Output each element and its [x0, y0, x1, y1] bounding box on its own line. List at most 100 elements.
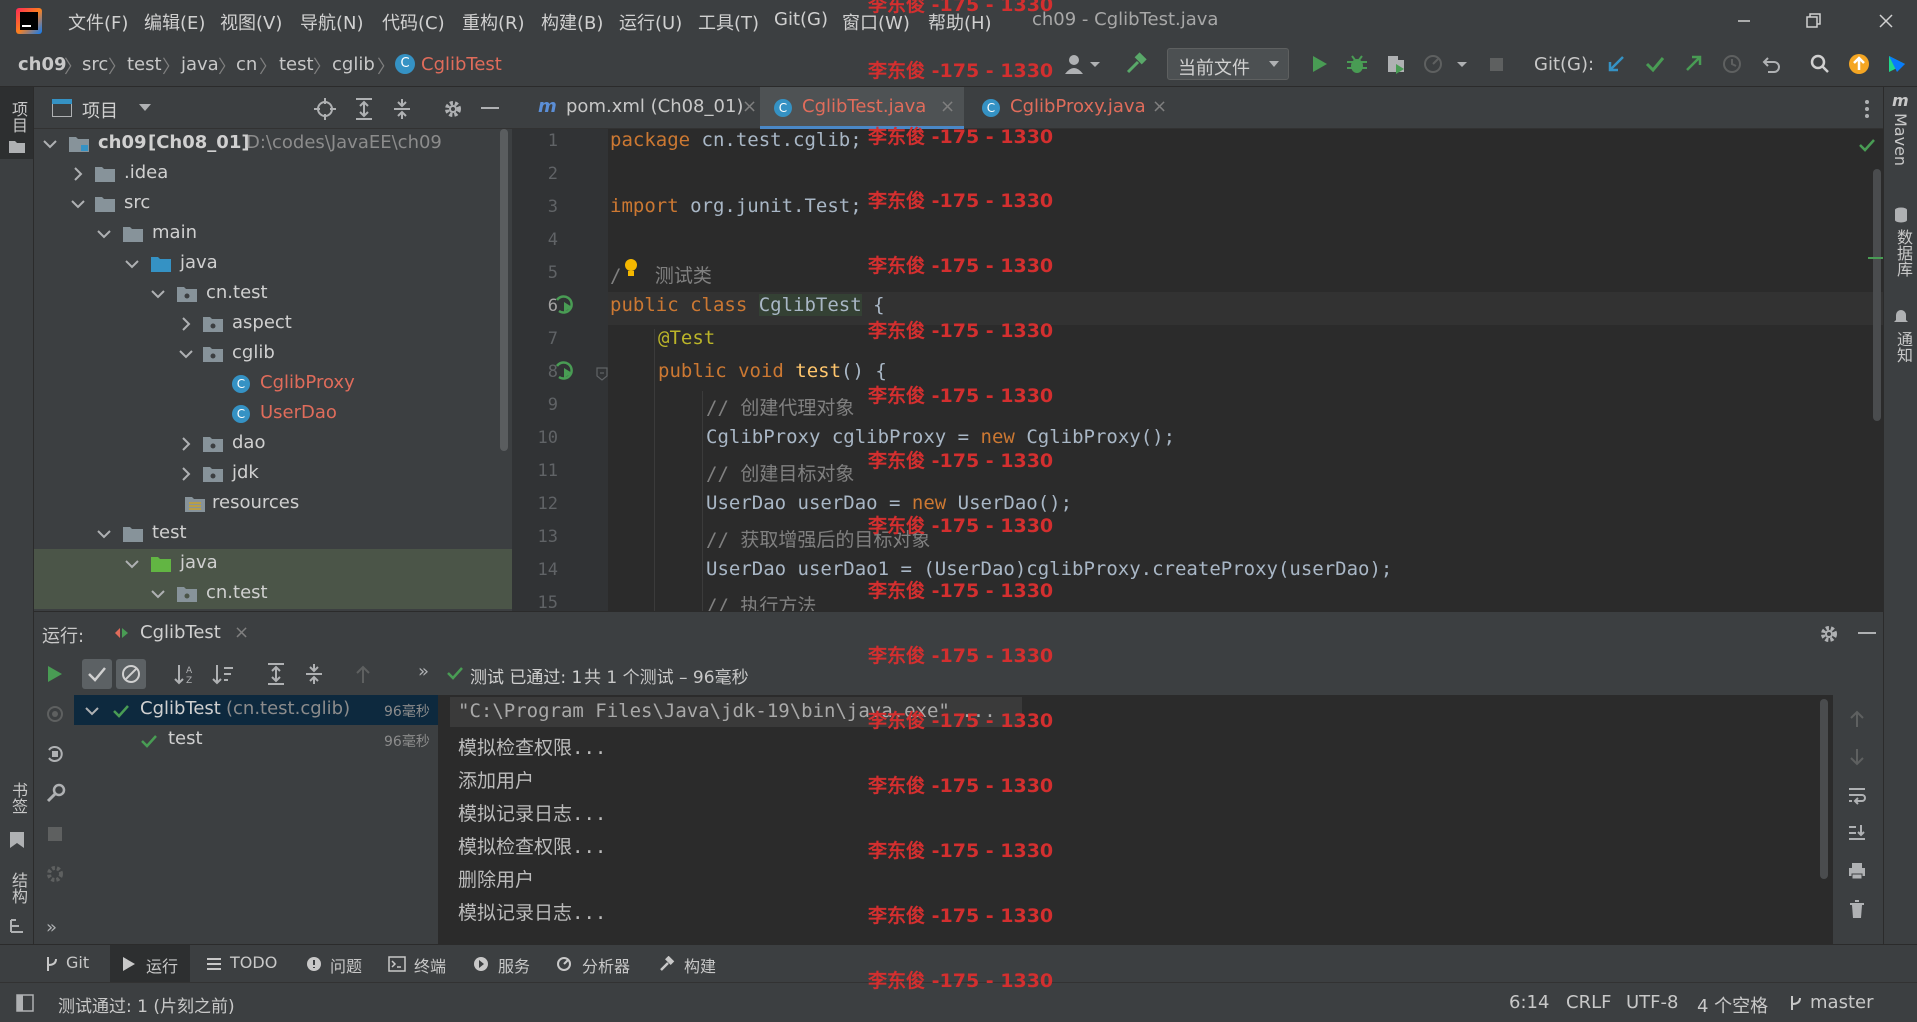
tool-tab-terminal[interactable]: 终端: [388, 945, 454, 983]
tree-item-cglib[interactable]: cglib: [34, 339, 512, 369]
project-scrollbar[interactable]: [500, 129, 508, 451]
arrow-up-icon[interactable]: [1847, 709, 1867, 729]
close-icon[interactable]: ×: [234, 622, 249, 643]
close-icon[interactable]: ×: [940, 96, 955, 117]
tree-item-cglibproxy[interactable]: C CglibProxy: [34, 369, 512, 399]
tree-item-userdao[interactable]: C UserDao: [34, 399, 512, 429]
menu-git[interactable]: Git(G): [774, 9, 828, 30]
tree-item-aspect[interactable]: aspect: [34, 309, 512, 339]
menu-edit[interactable]: 编辑(E): [144, 9, 205, 35]
tree-item-src[interactable]: src: [34, 189, 512, 219]
database-tool-button[interactable]: 数据库: [1884, 207, 1917, 297]
locate-icon[interactable]: [314, 98, 336, 120]
run-method-gutter-icon[interactable]: [554, 360, 576, 382]
no-problems-check-icon[interactable]: [1858, 137, 1876, 153]
arrow-down-icon[interactable]: [1847, 747, 1867, 767]
chevron-down-icon[interactable]: [1082, 50, 1110, 78]
console-scrollbar[interactable]: [1820, 699, 1828, 879]
rerun-icon[interactable]: [44, 664, 64, 684]
git-update-icon[interactable]: [1602, 50, 1630, 78]
tree-item-test-java[interactable]: java: [34, 549, 512, 579]
run-config-select[interactable]: 当前文件: [1167, 48, 1289, 80]
lightbulb-icon[interactable]: [622, 257, 640, 279]
show-passed-toggle[interactable]: [82, 659, 112, 689]
close-window-button[interactable]: [1871, 6, 1901, 36]
console-output[interactable]: "C:\Program Files\Java\jdk-19\bin\java.e…: [438, 695, 1833, 944]
collapse-all-icon[interactable]: [392, 98, 412, 120]
test-result-method[interactable]: test 96毫秒: [74, 725, 438, 755]
settings-gear-icon[interactable]: [44, 863, 66, 885]
menu-navigate[interactable]: 导航(N): [300, 9, 364, 35]
update-available-icon[interactable]: [1845, 50, 1873, 78]
breadcrumb-test-pkg[interactable]: test: [279, 54, 314, 75]
run-class-gutter-icon[interactable]: [554, 294, 576, 316]
run-tab-cglibtest[interactable]: CglibTest ×: [108, 612, 256, 654]
git-commit-icon[interactable]: [1641, 50, 1669, 78]
layout-toggle-icon[interactable]: [16, 994, 34, 1012]
scroll-to-end-icon[interactable]: [1847, 823, 1867, 843]
breadcrumb-cn[interactable]: cn: [236, 54, 257, 75]
project-panel-title[interactable]: 项目: [82, 97, 118, 123]
more-icon[interactable]: »: [418, 661, 429, 682]
file-encoding[interactable]: UTF-8: [1626, 992, 1678, 1013]
line-separator[interactable]: CRLF: [1566, 992, 1611, 1013]
menu-view[interactable]: 视图(V): [220, 9, 282, 35]
coverage-icon[interactable]: [1382, 50, 1410, 78]
fold-icon[interactable]: [596, 367, 608, 381]
code-editor[interactable]: package cn.test.cglib; import org.junit.…: [608, 129, 1883, 611]
search-icon[interactable]: [1806, 50, 1834, 78]
chevron-down-icon[interactable]: [138, 103, 152, 113]
profile-icon[interactable]: [1420, 50, 1448, 78]
menu-tools[interactable]: 工具(T): [698, 9, 759, 35]
rerun-failed-icon[interactable]: [44, 743, 66, 765]
build-hammer-icon[interactable]: [1123, 50, 1151, 78]
menu-file[interactable]: 文件(F): [68, 9, 128, 35]
debug-icon[interactable]: [1343, 50, 1371, 78]
tool-tab-problems[interactable]: 问题: [306, 945, 372, 983]
tree-item-main-java[interactable]: java: [34, 249, 512, 279]
minimize-button[interactable]: [1729, 6, 1759, 36]
caret-position[interactable]: 6:14: [1509, 992, 1549, 1013]
close-icon[interactable]: ×: [1152, 96, 1167, 117]
editor-scrollbar[interactable]: [1873, 169, 1881, 421]
intellij-logo-icon[interactable]: [16, 8, 42, 34]
breadcrumb-cglib[interactable]: cglib: [332, 54, 375, 75]
tree-item-idea[interactable]: .idea: [34, 159, 512, 189]
bookmarks-tool-button[interactable]: 书签: [0, 782, 33, 862]
notifications-tool-button[interactable]: 通知: [1884, 309, 1917, 389]
tree-item-test-cn-test[interactable]: cn.test: [34, 579, 512, 609]
run-icon[interactable]: [1305, 50, 1333, 78]
history-icon[interactable]: [1718, 50, 1746, 78]
hide-panel-icon[interactable]: [481, 107, 499, 111]
breadcrumb-project[interactable]: ch09: [18, 54, 67, 75]
print-icon[interactable]: [1847, 861, 1867, 881]
show-ignored-toggle[interactable]: [116, 659, 146, 689]
rollback-icon[interactable]: [1758, 50, 1786, 78]
plugin-logo-icon[interactable]: [1883, 50, 1911, 78]
tool-tab-services[interactable]: 服务: [472, 945, 538, 983]
tool-tab-build[interactable]: 构建: [658, 945, 724, 983]
camera-icon[interactable]: [44, 703, 66, 725]
structure-tool-button[interactable]: 结构: [0, 872, 33, 942]
more-tabs-icon[interactable]: [1864, 99, 1870, 119]
tool-tab-todo[interactable]: TODO: [206, 945, 286, 983]
menu-code[interactable]: 代码(C): [382, 9, 445, 35]
tab-pom-xml[interactable]: m pom.xml (Ch08_01) ×: [522, 87, 762, 129]
chevron-down-icon[interactable]: [1449, 50, 1477, 78]
more-icon[interactable]: »: [46, 917, 57, 938]
sort-duration-icon[interactable]: [212, 663, 234, 685]
git-branch[interactable]: master: [1810, 992, 1873, 1013]
menu-run[interactable]: 运行(U): [619, 9, 682, 35]
indent-setting[interactable]: 4 个空格: [1697, 992, 1768, 1018]
breadcrumb-test[interactable]: test: [127, 54, 162, 75]
tree-item-cn-test[interactable]: cn.test: [34, 279, 512, 309]
breadcrumb-src[interactable]: src: [82, 54, 108, 75]
tool-tab-run[interactable]: 运行: [110, 945, 190, 983]
trash-icon[interactable]: [1847, 899, 1867, 919]
tool-tab-git[interactable]: Git: [44, 945, 100, 983]
gear-icon[interactable]: [1818, 623, 1840, 645]
breadcrumb-java[interactable]: java: [181, 54, 219, 75]
breadcrumb-class[interactable]: CglibTest: [421, 54, 502, 75]
menu-refactor[interactable]: 重构(R): [462, 9, 525, 35]
restore-button[interactable]: [1798, 6, 1828, 36]
